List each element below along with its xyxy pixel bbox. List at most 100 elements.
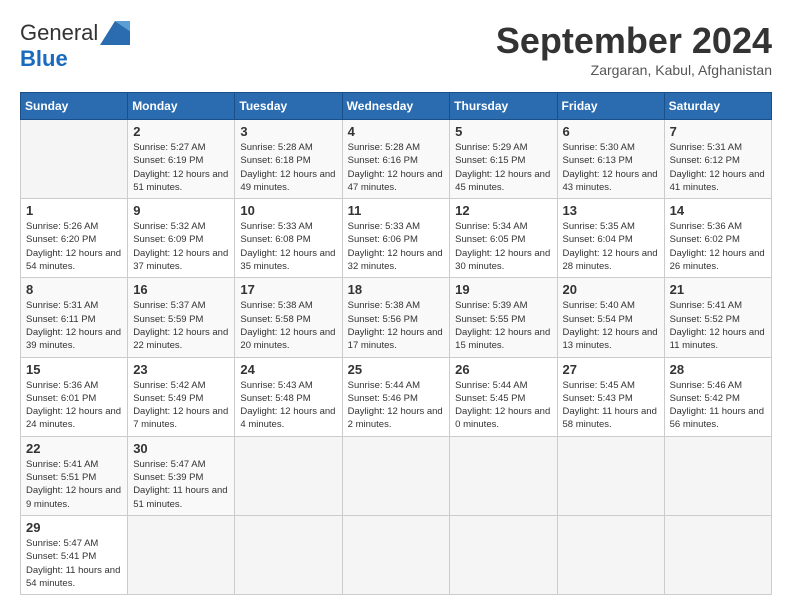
day-number: 7 (670, 124, 766, 139)
table-row: 15 Sunrise: 5:36 AMSunset: 6:01 PMDayligh… (21, 357, 128, 436)
day-number: 1 (26, 203, 122, 218)
table-row (557, 436, 664, 515)
table-row: 5Sunrise: 5:29 AMSunset: 6:15 PMDaylight… (450, 120, 557, 199)
day-detail: Sunrise: 5:33 AMSunset: 6:08 PMDaylight:… (240, 220, 336, 273)
table-row (450, 515, 557, 594)
table-row: 7 Sunrise: 5:31 AMSunset: 6:12 PMDaylight… (664, 120, 771, 199)
day-number: 25 (348, 362, 445, 377)
day-number: 19 (455, 282, 551, 297)
table-row: 24 Sunrise: 5:43 AMSunset: 5:48 PMDayligh… (235, 357, 342, 436)
day-number: 14 (670, 203, 766, 218)
day-detail: Sunrise: 5:27 AMSunset: 6:19 PMDaylight:… (133, 141, 229, 194)
logo-icon (100, 21, 130, 45)
table-row: 26Sunrise: 5:44 AMSunset: 5:45 PMDayligh… (450, 357, 557, 436)
col-tuesday: Tuesday (235, 93, 342, 120)
day-number: 10 (240, 203, 336, 218)
table-row (128, 515, 235, 594)
day-number: 26 (455, 362, 551, 377)
col-wednesday: Wednesday (342, 93, 450, 120)
day-number: 4 (348, 124, 445, 139)
calendar-row: 15 Sunrise: 5:36 AMSunset: 6:01 PMDayligh… (21, 357, 772, 436)
day-detail: Sunrise: 5:36 AMSunset: 6:01 PMDaylight:… (26, 379, 122, 432)
day-detail: Sunrise: 5:39 AMSunset: 5:55 PMDaylight:… (455, 299, 551, 352)
table-row: 1 Sunrise: 5:26 AMSunset: 6:20 PMDaylight… (21, 199, 128, 278)
day-detail: Sunrise: 5:32 AMSunset: 6:09 PMDaylight:… (133, 220, 229, 273)
col-sunday: Sunday (21, 93, 128, 120)
day-number: 8 (26, 282, 122, 297)
table-row (450, 436, 557, 515)
day-detail: Sunrise: 5:40 AMSunset: 5:54 PMDaylight:… (563, 299, 659, 352)
col-monday: Monday (128, 93, 235, 120)
day-detail: Sunrise: 5:38 AMSunset: 5:56 PMDaylight:… (348, 299, 445, 352)
table-row: 21 Sunrise: 5:41 AMSunset: 5:52 PMDayligh… (664, 278, 771, 357)
table-row: 27Sunrise: 5:45 AMSunset: 5:43 PMDayligh… (557, 357, 664, 436)
col-saturday: Saturday (664, 93, 771, 120)
table-row (342, 436, 450, 515)
calendar-header-row: Sunday Monday Tuesday Wednesday Thursday… (21, 93, 772, 120)
table-row (342, 515, 450, 594)
table-row: 2 Sunrise: 5:27 AMSunset: 6:19 PMDaylight… (128, 120, 235, 199)
logo-blue-text: Blue (20, 46, 68, 71)
table-row: 9 Sunrise: 5:32 AMSunset: 6:09 PMDaylight… (128, 199, 235, 278)
day-detail: Sunrise: 5:46 AMSunset: 5:42 PMDaylight:… (670, 379, 766, 432)
table-row: 30 Sunrise: 5:47 AMSunset: 5:39 PMDayligh… (128, 436, 235, 515)
month-year-title: September 2024 (496, 20, 772, 62)
day-detail: Sunrise: 5:45 AMSunset: 5:43 PMDaylight:… (563, 379, 659, 432)
logo: General Blue (20, 20, 130, 72)
day-detail: Sunrise: 5:44 AMSunset: 5:46 PMDaylight:… (348, 379, 445, 432)
day-detail: Sunrise: 5:43 AMSunset: 5:48 PMDaylight:… (240, 379, 336, 432)
day-detail: Sunrise: 5:38 AMSunset: 5:58 PMDaylight:… (240, 299, 336, 352)
day-number: 2 (133, 124, 229, 139)
logo-general-text: General (20, 20, 98, 46)
day-detail: Sunrise: 5:28 AMSunset: 6:16 PMDaylight:… (348, 141, 445, 194)
location-text: Zargaran, Kabul, Afghanistan (496, 62, 772, 78)
day-detail: Sunrise: 5:34 AMSunset: 6:05 PMDaylight:… (455, 220, 551, 273)
table-row: 16Sunrise: 5:37 AMSunset: 5:59 PMDayligh… (128, 278, 235, 357)
table-row: 20 Sunrise: 5:40 AMSunset: 5:54 PMDayligh… (557, 278, 664, 357)
table-row: 11Sunrise: 5:33 AMSunset: 6:06 PMDayligh… (342, 199, 450, 278)
table-row (21, 120, 128, 199)
day-number: 5 (455, 124, 551, 139)
day-detail: Sunrise: 5:41 AMSunset: 5:51 PMDaylight:… (26, 458, 122, 511)
day-detail: Sunrise: 5:35 AMSunset: 6:04 PMDaylight:… (563, 220, 659, 273)
table-row (235, 436, 342, 515)
day-detail: Sunrise: 5:36 AMSunset: 6:02 PMDaylight:… (670, 220, 766, 273)
day-detail: Sunrise: 5:26 AMSunset: 6:20 PMDaylight:… (26, 220, 122, 273)
day-number: 3 (240, 124, 336, 139)
day-number: 21 (670, 282, 766, 297)
day-number: 13 (563, 203, 659, 218)
day-number: 20 (563, 282, 659, 297)
table-row: 12 Sunrise: 5:34 AMSunset: 6:05 PMDayligh… (450, 199, 557, 278)
day-number: 16 (133, 282, 229, 297)
col-friday: Friday (557, 93, 664, 120)
day-number: 29 (26, 520, 122, 535)
day-number: 28 (670, 362, 766, 377)
table-row: 28 Sunrise: 5:46 AMSunset: 5:42 PMDayligh… (664, 357, 771, 436)
calendar-row: 8 Sunrise: 5:31 AMSunset: 6:11 PMDaylight… (21, 278, 772, 357)
table-row: 4 Sunrise: 5:28 AMSunset: 6:16 PMDaylight… (342, 120, 450, 199)
table-row: 17Sunrise: 5:38 AMSunset: 5:58 PMDayligh… (235, 278, 342, 357)
day-detail: Sunrise: 5:41 AMSunset: 5:52 PMDaylight:… (670, 299, 766, 352)
table-row: 25 Sunrise: 5:44 AMSunset: 5:46 PMDayligh… (342, 357, 450, 436)
table-row (557, 515, 664, 594)
table-row: 29 Sunrise: 5:47 AMSunset: 5:41 PMDayligh… (21, 515, 128, 594)
table-row: 13 Sunrise: 5:35 AMSunset: 6:04 PMDayligh… (557, 199, 664, 278)
day-detail: Sunrise: 5:31 AMSunset: 6:12 PMDaylight:… (670, 141, 766, 194)
day-detail: Sunrise: 5:47 AMSunset: 5:41 PMDaylight:… (26, 537, 122, 590)
table-row (664, 515, 771, 594)
day-detail: Sunrise: 5:31 AMSunset: 6:11 PMDaylight:… (26, 299, 122, 352)
day-number: 22 (26, 441, 122, 456)
day-number: 12 (455, 203, 551, 218)
calendar-row: 1 Sunrise: 5:26 AMSunset: 6:20 PMDaylight… (21, 199, 772, 278)
day-detail: Sunrise: 5:33 AMSunset: 6:06 PMDaylight:… (348, 220, 445, 273)
table-row: 8 Sunrise: 5:31 AMSunset: 6:11 PMDaylight… (21, 278, 128, 357)
day-number: 24 (240, 362, 336, 377)
table-row: 18Sunrise: 5:38 AMSunset: 5:56 PMDayligh… (342, 278, 450, 357)
calendar: Sunday Monday Tuesday Wednesday Thursday… (20, 92, 772, 595)
table-row: 19 Sunrise: 5:39 AMSunset: 5:55 PMDayligh… (450, 278, 557, 357)
day-number: 30 (133, 441, 229, 456)
day-number: 15 (26, 362, 122, 377)
day-number: 9 (133, 203, 229, 218)
day-detail: Sunrise: 5:47 AMSunset: 5:39 PMDaylight:… (133, 458, 229, 511)
table-row: 23Sunrise: 5:42 AMSunset: 5:49 PMDayligh… (128, 357, 235, 436)
